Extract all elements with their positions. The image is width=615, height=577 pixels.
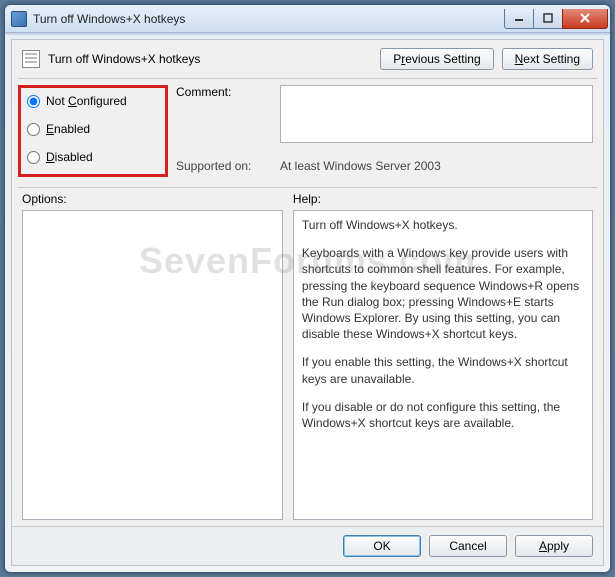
state-radio-group: Not Configured Enabled Disabled	[18, 85, 168, 177]
radio-disabled-input[interactable]	[27, 151, 40, 164]
maximize-button[interactable]	[533, 9, 563, 29]
previous-setting-button[interactable]: Previous Setting	[380, 48, 493, 70]
help-panel[interactable]: Turn off Windows+X hotkeys. Keyboards wi…	[293, 210, 593, 520]
radio-enabled[interactable]: Enabled	[27, 122, 159, 136]
window-controls	[505, 9, 608, 29]
lower-grid: Options: Help: Turn off Windows+X hotkey…	[12, 188, 603, 526]
help-text: If you disable or do not configure this …	[302, 399, 584, 431]
help-column: Help: Turn off Windows+X hotkeys. Keyboa…	[293, 188, 593, 520]
help-text: Keyboards with a Windows key provide use…	[302, 245, 584, 342]
next-setting-button[interactable]: Next Setting	[502, 48, 593, 70]
help-label: Help:	[293, 192, 593, 206]
header-row: Turn off Windows+X hotkeys Previous Sett…	[12, 40, 603, 78]
minimize-button[interactable]	[504, 9, 534, 29]
client-area: Turn off Windows+X hotkeys Previous Sett…	[11, 39, 604, 566]
titlebar[interactable]: Turn off Windows+X hotkeys	[5, 5, 610, 33]
close-button[interactable]	[562, 9, 608, 29]
options-label: Options:	[22, 192, 283, 206]
info-grid: Comment: Supported on: At least Windows …	[176, 85, 593, 177]
comment-label: Comment:	[176, 85, 276, 99]
radio-not-configured-input[interactable]	[27, 95, 40, 108]
options-column: Options:	[22, 188, 283, 520]
help-text: If you enable this setting, the Windows+…	[302, 354, 584, 386]
radio-not-configured[interactable]: Not Configured	[27, 94, 159, 108]
radio-disabled[interactable]: Disabled	[27, 150, 159, 164]
supported-label: Supported on:	[176, 159, 276, 173]
policy-title: Turn off Windows+X hotkeys	[48, 52, 372, 66]
upper-grid: Not Configured Enabled Disabled Comment:	[12, 79, 603, 187]
apply-button[interactable]: Apply	[515, 535, 593, 557]
cancel-button[interactable]: Cancel	[429, 535, 507, 557]
radio-enabled-input[interactable]	[27, 123, 40, 136]
comment-textarea[interactable]	[280, 85, 593, 143]
supported-value: At least Windows Server 2003	[280, 159, 593, 173]
dialog-buttons: OK Cancel Apply	[12, 526, 603, 565]
window-title: Turn off Windows+X hotkeys	[33, 12, 505, 26]
app-icon	[11, 11, 27, 27]
policy-icon	[22, 50, 40, 68]
options-panel[interactable]	[22, 210, 283, 520]
ok-button[interactable]: OK	[343, 535, 421, 557]
help-text: Turn off Windows+X hotkeys.	[302, 217, 584, 233]
dialog-window: Turn off Windows+X hotkeys Turn off Wind…	[4, 4, 611, 573]
